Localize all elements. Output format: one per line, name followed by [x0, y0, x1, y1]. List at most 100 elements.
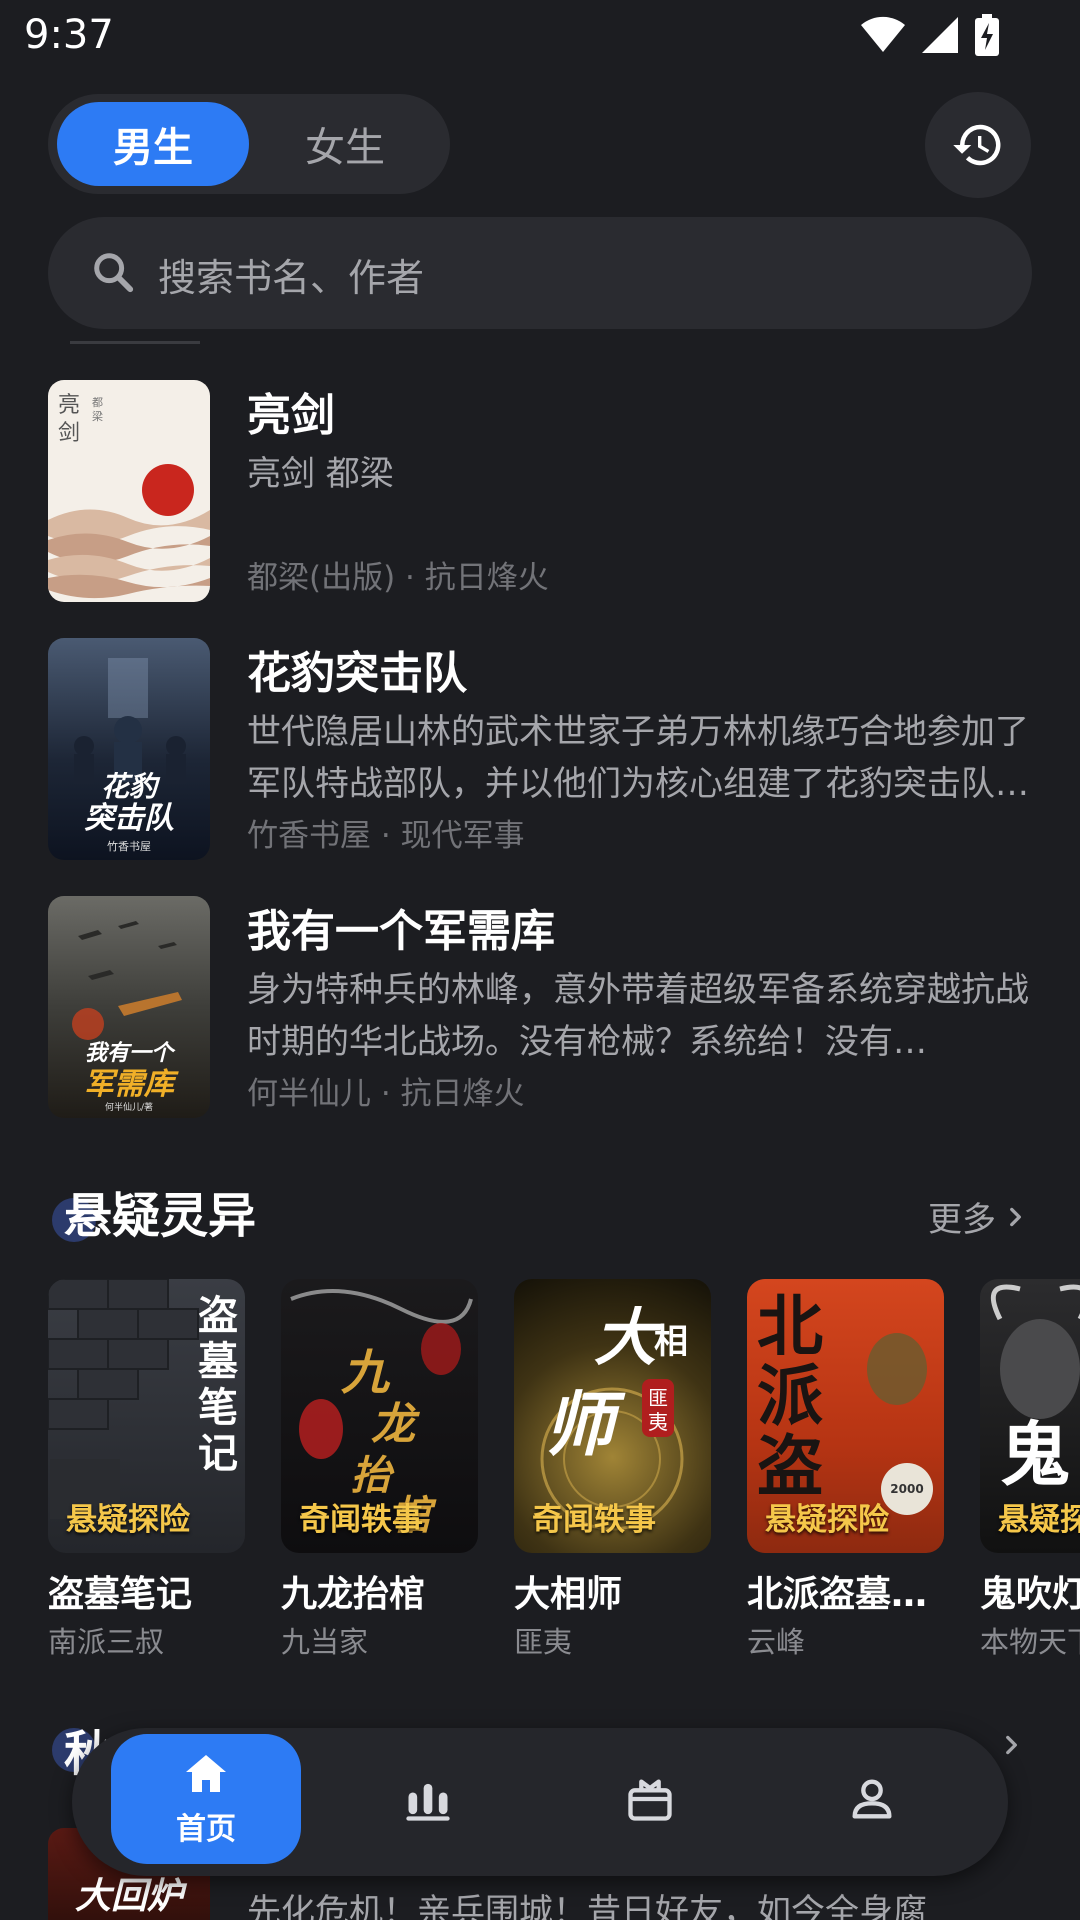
status-time: 9:37 [24, 12, 114, 58]
gift-icon [628, 1779, 672, 1821]
shelf-book[interactable]: 鬼 悬疑探险 鬼吹灯 本物天下 [980, 1279, 1080, 1661]
book-shelf: 盗 墓 笔 记 悬疑探险 盗墓笔记 南派三叔 九 龙 抬 棺 奇闻轶事 九龙抬棺 [48, 1279, 1080, 1679]
tab-male[interactable]: 男生 [57, 102, 249, 186]
list-item[interactable]: 花豹 突击队 竹香书屋 花豹突击队 世代隐居山林的武术世家子弟万林机缘巧合地参加… [48, 638, 1038, 860]
shelf-book[interactable]: 大 相 师 匪 夷 奇闻轶事 大相师 匪夷 [514, 1279, 711, 1661]
book-cover: 亮 剑 都 梁 [48, 380, 210, 602]
shelf-book[interactable]: 盗 墓 笔 记 悬疑探险 盗墓笔记 南派三叔 [48, 1279, 245, 1661]
history-icon [953, 124, 1001, 166]
svg-text:派: 派 [757, 1357, 823, 1435]
section-header: 悬疑灵异 更多 [48, 1184, 1032, 1252]
svg-text:亮: 亮 [58, 393, 80, 418]
bottom-nav: 首页 [72, 1728, 1008, 1876]
svg-text:军需库: 军需库 [84, 1067, 179, 1102]
book-title: 北派盗墓… [747, 1574, 928, 1615]
genre-tag: 奇闻轶事 [299, 1502, 423, 1538]
status-bar: 9:37 [0, 0, 1080, 72]
profile-icon [852, 1779, 892, 1819]
book-author: 云峰 [747, 1625, 806, 1659]
svg-text:师: 师 [544, 1383, 626, 1466]
genre-tag: 悬疑探险 [765, 1502, 889, 1538]
book-cover: 鬼 悬疑探险 [980, 1279, 1080, 1553]
book-description: 先化危机！亲兵围城！昔日好友，如今全身腐 [247, 1892, 927, 1920]
svg-text:记: 记 [198, 1430, 238, 1477]
more-link[interactable]: 更多 [928, 1192, 1028, 1241]
book-author: 匪夷 [514, 1625, 573, 1659]
book-meta: 竹香书屋 · 现代军事 [247, 818, 525, 854]
book-info: 亮剑 亮剑 都梁 都梁(出版) · 抗日烽火 [247, 380, 1037, 596]
svg-text:夷: 夷 [648, 1410, 668, 1434]
home-icon [186, 1755, 226, 1792]
svg-text:竹香书屋: 竹香书屋 [107, 839, 151, 853]
search-placeholder: 搜索书名、作者 [158, 256, 425, 300]
history-button[interactable] [925, 92, 1031, 198]
book-cover: 九 龙 抬 棺 奇闻轶事 [281, 1279, 478, 1553]
list-item[interactable]: 亮 剑 都 梁 亮剑 亮剑 都梁 都梁(出版) · 抗日烽火 [48, 380, 1038, 602]
book-cover: 北 派 盗 2000 悬疑探险 [747, 1279, 944, 1553]
svg-text:抬: 抬 [351, 1452, 395, 1499]
book-title: 盗墓笔记 [48, 1574, 193, 1615]
nav-home[interactable]: 首页 [111, 1734, 301, 1864]
svg-text:墓: 墓 [198, 1338, 239, 1385]
svg-text:相: 相 [654, 1322, 688, 1362]
divider [70, 341, 200, 344]
book-cover: 盗 墓 笔 记 悬疑探险 [48, 1279, 245, 1553]
genre-tag: 奇闻轶事 [532, 1502, 656, 1538]
status-icons [860, 14, 1000, 56]
cover-title: 大回炉 [75, 1876, 188, 1917]
svg-text:我有一个: 我有一个 [85, 1040, 176, 1066]
shelf-book[interactable]: 九 龙 抬 棺 奇闻轶事 九龙抬棺 九当家 [281, 1279, 478, 1661]
book-title: 九龙抬棺 [281, 1574, 426, 1615]
svg-text:九: 九 [341, 1345, 391, 1401]
nav-profile[interactable] [777, 1734, 967, 1864]
nav-gift[interactable] [555, 1734, 745, 1864]
search-icon [94, 253, 134, 293]
shelf-book[interactable]: 北 派 盗 2000 悬疑探险 北派盗墓… 云峰 [747, 1279, 944, 1661]
genre-tag: 悬疑探险 [998, 1502, 1080, 1538]
book-title: 花豹突击队 [247, 648, 467, 699]
wifi-icon [861, 16, 905, 52]
book-info: 我有一个军需库 身为特种兵的林峰，意外带着超级军备系统穿越抗战时期的华北战场。没… [247, 896, 1037, 1112]
nav-rank[interactable] [333, 1734, 523, 1864]
book-author: 南派三叔 [48, 1625, 165, 1659]
tab-female[interactable]: 女生 [249, 102, 441, 186]
book-info: 花豹突击队 世代隐居山林的武术世家子弟万林机缘巧合地参加了军队特战部队，并以他们… [247, 638, 1037, 854]
svg-text:鬼: 鬼 [1000, 1413, 1070, 1496]
svg-text:剑: 剑 [58, 421, 80, 446]
book-cover: 花豹 突击队 竹香书屋 [48, 638, 210, 860]
rank-icon [406, 1783, 450, 1821]
book-description: 世代隐居山林的武术世家子弟万林机缘巧合地参加了军队特战部队，并以他们为核心组建了… [247, 712, 1029, 804]
svg-text:2000: 2000 [890, 1482, 923, 1496]
chevron-right-icon[interactable] [998, 1732, 1024, 1758]
genre-tag: 悬疑探险 [66, 1502, 190, 1538]
svg-text:盗: 盗 [198, 1292, 238, 1339]
gender-toggle: 男生 女生 [48, 94, 450, 194]
book-author: 九当家 [281, 1625, 369, 1659]
book-meta: 何半仙儿 · 抗日烽火 [247, 1076, 525, 1112]
book-title: 我有一个军需库 [247, 906, 555, 957]
book-author: 本物天下 [980, 1625, 1080, 1659]
svg-text:梁: 梁 [92, 409, 103, 423]
svg-text:突击队: 突击队 [84, 801, 174, 836]
search-input[interactable]: 搜索书名、作者 [48, 217, 1032, 329]
svg-text:北: 北 [757, 1287, 823, 1365]
svg-text:大: 大 [594, 1301, 663, 1374]
svg-text:都: 都 [92, 396, 103, 409]
book-description: 身为特种兵的林峰，意外带着超级军备系统穿越抗战时期的华北战场。没有枪械？系统给！… [247, 970, 1029, 1062]
svg-text:笔: 笔 [198, 1384, 238, 1431]
svg-text:龙: 龙 [371, 1399, 421, 1450]
book-meta: 都梁(出版) · 抗日烽火 [247, 560, 549, 596]
book-title: 鬼吹灯 [980, 1574, 1080, 1615]
nav-home-label: 首页 [176, 1812, 236, 1847]
battery-charging-icon [975, 14, 999, 56]
svg-text:匪: 匪 [648, 1386, 668, 1410]
signal-icon [922, 17, 958, 53]
svg-text:何半仙儿/著: 何半仙儿/著 [105, 1101, 153, 1113]
section-title: 悬疑灵异 [64, 1188, 257, 1244]
svg-text:花豹: 花豹 [101, 770, 161, 803]
list-item[interactable]: 我有一个 军需库 何半仙儿/著 我有一个军需库 身为特种兵的林峰，意外带着超级军… [48, 896, 1038, 1118]
book-cover: 我有一个 军需库 何半仙儿/著 [48, 896, 210, 1118]
book-title: 大相师 [514, 1574, 623, 1615]
chevron-right-icon [1010, 1207, 1021, 1226]
book-description: 亮剑 都梁 [247, 454, 394, 494]
